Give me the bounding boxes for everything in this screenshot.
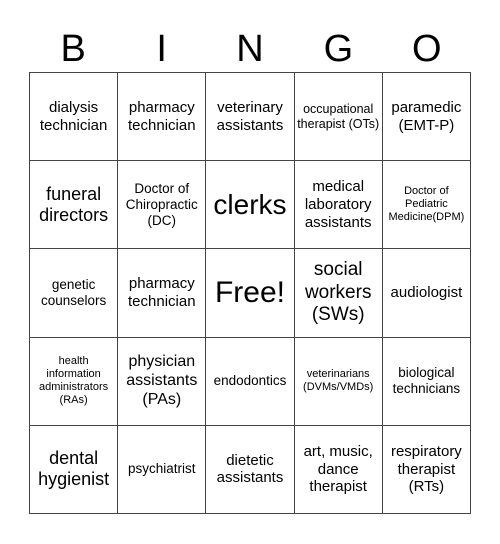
header-letter-i: I	[156, 28, 167, 70]
bingo-cell[interactable]: clerks	[206, 161, 295, 250]
header-letter-n: N	[236, 28, 264, 70]
bingo-cell[interactable]: health information administrators (RAs)	[30, 337, 119, 426]
header-letter-o: O	[412, 28, 442, 70]
bingo-cell[interactable]: Doctor of Pediatric Medicine(DPM)	[382, 161, 471, 250]
bingo-cell[interactable]: physician assistants (PAs)	[118, 337, 207, 426]
bingo-cell[interactable]: occupational therapist (OTs)	[294, 73, 383, 162]
bingo-cell[interactable]: psychiatrist	[118, 425, 207, 514]
bingo-cell[interactable]: dialysis technician	[30, 73, 119, 162]
bingo-cell[interactable]: pharmacy technician	[118, 249, 207, 338]
bingo-header: B I N G O	[29, 26, 471, 72]
bingo-cell[interactable]: genetic counselors	[30, 249, 119, 338]
bingo-grid: dialysis technician pharmacy technician …	[29, 72, 471, 514]
bingo-cell[interactable]: social workers (SWs)	[294, 249, 383, 338]
bingo-cell[interactable]: medical laboratory assistants	[294, 161, 383, 250]
free-space[interactable]: Free!	[206, 249, 295, 338]
bingo-cell[interactable]: veterinarians (DVMs/VMDs)	[294, 337, 383, 426]
bingo-cell[interactable]: paramedic (EMT-P)	[382, 73, 471, 162]
bingo-cell[interactable]: pharmacy technician	[118, 73, 207, 162]
bingo-cell[interactable]: biological technicians	[382, 337, 471, 426]
bingo-cell[interactable]: Doctor of Chiropractic (DC)	[118, 161, 207, 250]
bingo-cell[interactable]: veterinary assistants	[206, 73, 295, 162]
bingo-cell[interactable]: audiologist	[382, 249, 471, 338]
bingo-cell[interactable]: dietetic assistants	[206, 425, 295, 514]
header-letter-g: G	[323, 28, 354, 70]
bingo-cell[interactable]: respiratory therapist (RTs)	[382, 425, 471, 514]
bingo-cell[interactable]: dental hygienist	[30, 425, 119, 514]
bingo-cell[interactable]: endodontics	[206, 337, 295, 426]
bingo-cell[interactable]: art, music, dance therapist	[294, 425, 383, 514]
bingo-cell[interactable]: funeral directors	[30, 161, 119, 250]
header-letter-b: B	[60, 28, 86, 70]
